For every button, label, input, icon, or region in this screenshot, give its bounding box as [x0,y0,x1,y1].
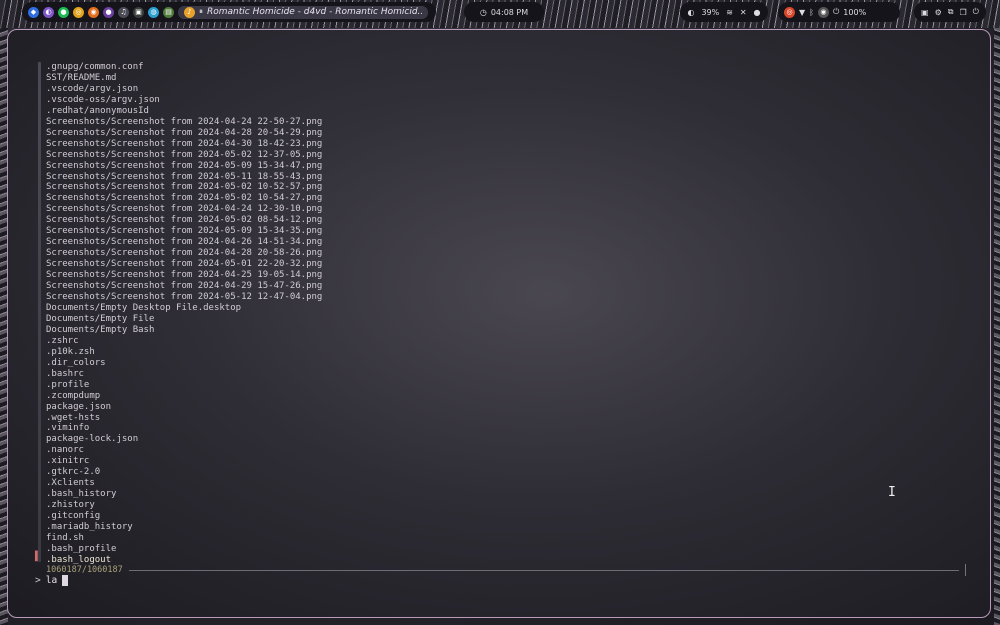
list-item[interactable]: .zshrc [46,336,322,347]
browser-icon[interactable]: ◍ [148,6,159,18]
list-item[interactable]: .zhistory [46,500,322,511]
power-icon[interactable]: ⏻ [973,7,979,17]
status-widget[interactable]: ◐ 39% ≋ ✕ ● [680,2,768,22]
list-item[interactable]: package-lock.json [46,434,322,445]
list-item[interactable]: Screenshots/Screenshot from 2024-04-28 2… [46,248,322,259]
copy-icon[interactable]: ❐ [959,8,966,17]
list-item[interactable]: package.json [46,402,322,413]
match-count: 1060187/1060187 [46,565,123,575]
bluetooth-icon[interactable]: ᛒ [809,8,814,17]
list-item[interactable]: Documents/Empty Bash [46,325,322,336]
list-item[interactable]: Screenshots/Screenshot from 2024-04-25 1… [46,270,322,281]
list-item[interactable]: .bashrc [46,369,322,380]
results-scrollbar[interactable] [38,62,41,562]
firefox-orange-icon[interactable]: ◉ [88,6,99,18]
prompt-symbol: > [35,575,41,586]
music-player-icon: ♪ [184,6,195,18]
list-item[interactable]: Screenshots/Screenshot from 2024-05-02 1… [46,150,322,161]
list-item[interactable]: SST/README.md [46,73,322,84]
list-item[interactable]: .xinitrc [46,456,322,467]
divider-end [965,564,966,576]
game-icon[interactable]: ▤ [163,6,174,18]
window-title: Romantic Homicide - d4vd - Romantic Homi… [207,7,422,17]
list-item[interactable]: .vscode-oss/argv.json [46,95,322,106]
list-item[interactable]: Screenshots/Screenshot from 2024-04-29 1… [46,281,322,292]
list-item[interactable]: .bash_history [46,489,322,500]
list-item[interactable]: Screenshots/Screenshot from 2024-04-30 1… [46,139,322,150]
mute-icon: ✕ [739,7,747,17]
list-item[interactable]: .wget-hsts [46,413,322,424]
firefox-icon[interactable]: ◐ [43,6,54,18]
obsidian-icon[interactable]: ● [103,6,114,18]
fuzzy-results-list: .gnupg/common.conf SST/README.md .vscode/a… [46,62,322,566]
list-item[interactable]: find.sh [46,533,322,544]
screenshot-icon[interactable]: ⧉ [948,7,954,17]
list-item[interactable]: .gitconfig [46,511,322,522]
spotify-icon[interactable]: ● [58,6,69,18]
pause-icon[interactable]: ⏸ [199,7,203,17]
list-item[interactable]: Documents/Empty File [46,314,322,325]
clock-time: 04:08 PM [490,7,529,17]
list-item[interactable]: Screenshots/Screenshot from 2024-04-26 1… [46,237,322,248]
selection-marker: ▌ [35,552,41,562]
list-item[interactable]: .mariadb_history [46,522,322,533]
list-item[interactable]: .zcompdump [46,391,322,402]
battery-value: 100% [843,7,867,17]
list-item[interactable]: Screenshots/Screenshot from 2024-05-02 1… [46,193,322,204]
chrome-tray-icon[interactable]: ◎ [784,6,795,18]
terminal-icon[interactable]: ▣ [133,6,144,18]
music-icon[interactable]: ♫ [118,6,129,18]
chrome-icon[interactable]: ◎ [73,6,84,18]
brightness-icon: ◐ [687,7,695,17]
steam-icon[interactable]: ◉ [817,6,829,18]
list-item[interactable]: Screenshots/Screenshot from 2024-05-09 1… [46,226,322,237]
list-item[interactable]: Screenshots/Screenshot from 2024-05-02 1… [46,182,322,193]
list-item[interactable]: Screenshots/Screenshot from 2024-04-28 2… [46,128,322,139]
list-item[interactable]: .gtkrc-2.0 [46,467,322,478]
wifi-icon: ≋ [726,7,733,17]
settings-icon[interactable]: ⚙ [935,8,942,17]
list-item[interactable]: .gnupg/common.conf [46,62,322,73]
list-item[interactable]: Screenshots/Screenshot from 2024-05-01 2… [46,259,322,270]
list-item[interactable]: .nanorc [46,445,322,456]
search-prompt[interactable]: > la [35,575,69,586]
system-tray: ◎ ▼ ᛒ ◉ ⏻ 100% [778,2,900,22]
list-item[interactable]: Screenshots/Screenshot from 2024-05-09 1… [46,161,322,172]
text-cursor [62,575,69,586]
list-item[interactable]: .redhat/anonymousId [46,106,322,117]
app-icon-list: ◆ ◐ ● ◎ ◉ ● ♫ ▣ ◍ ▤ [28,6,174,18]
list-item[interactable]: .viminfo [46,423,322,434]
clock-icon: ◷ [479,7,487,17]
list-item[interactable]: Screenshots/Screenshot from 2024-05-02 0… [46,215,322,226]
power-plug-icon: ⏻ [832,7,840,16]
list-item[interactable]: .p10k.zsh [46,347,322,358]
brightness-value: 39% [701,7,720,17]
wallpaper-right [994,0,1000,625]
terminal-window[interactable]: .gnupg/common.conf SST/README.md .vscode/a… [7,29,991,618]
list-item[interactable]: Screenshots/Screenshot from 2024-05-11 1… [46,172,322,183]
list-item[interactable]: .dir_colors [46,358,322,369]
taskbar-apps: ◆ ◐ ● ◎ ◉ ● ♫ ▣ ◍ ▤ ♪ ⏸ Romantic Homicide - d4vd … [22,2,436,22]
list-item[interactable]: .bash_profile [46,544,322,555]
divider [128,569,959,571]
result-status-line: 1060187/1060187 [46,564,966,576]
list-item[interactable]: .vscode/argv.json [46,84,322,95]
list-item[interactable]: .profile [46,380,322,391]
arch-icon[interactable]: ◆ [28,6,39,18]
list-item[interactable]: Documents/Empty Desktop File.desktop [46,303,322,314]
clock-widget[interactable]: ◷ 04:08 PM [464,2,544,22]
lock-icon[interactable]: ▣ [921,8,929,17]
wifi-tray-icon[interactable]: ▼ [799,8,805,17]
session-controls: ▣ ⚙ ⧉ ❐ ⏻ [914,2,986,22]
list-item[interactable]: Screenshots/Screenshot from 2024-05-12 1… [46,292,322,303]
list-item[interactable]: Screenshots/Screenshot from 2024-04-24 2… [46,117,322,128]
mouse-ibeam-cursor: I [888,485,896,500]
search-input[interactable]: la [46,575,57,586]
list-item[interactable]: Screenshots/Screenshot from 2024-04-24 1… [46,204,322,215]
mic-icon: ● [753,7,761,17]
list-item[interactable]: .Xclients [46,478,322,489]
active-window[interactable]: ♪ ⏸ Romantic Homicide - d4vd - Romantic … [178,5,428,19]
